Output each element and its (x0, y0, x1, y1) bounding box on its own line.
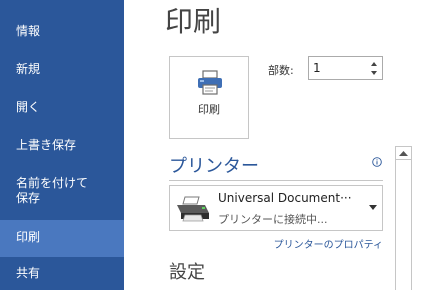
print-button-label: 印刷 (198, 103, 220, 116)
printer-select-dropdown[interactable]: Universal Document··· プリンターに接続中... (169, 185, 383, 231)
sidebar-item-open[interactable]: 開く (0, 100, 124, 117)
sidebar-item-print[interactable]: 印刷 (0, 220, 124, 257)
printer-section-heading: プリンター (169, 156, 259, 177)
chevron-down-icon (369, 205, 377, 210)
sidebar-item-label: 印刷 (16, 230, 41, 244)
printer-device-icon (177, 196, 209, 222)
sidebar-item-label-line1: 名前を付けて (16, 176, 89, 190)
sidebar-item-label: 上書き保存 (16, 138, 77, 152)
sidebar-item-save-as[interactable]: 名前を付けて 保存 (0, 176, 124, 208)
backstage-sidebar: 情報 新規 開く 上書き保存 名前を付けて 保存 印刷 共有 (0, 0, 124, 290)
sidebar-item-label: 開く (16, 100, 41, 114)
sidebar-item-label-line2: 保存 (16, 191, 41, 205)
scroll-up-arrow-icon (399, 151, 408, 156)
scroll-up-button[interactable] (396, 146, 411, 160)
copies-input[interactable] (313, 60, 363, 76)
sidebar-item-share[interactable]: 共有 (0, 266, 124, 283)
spin-down-icon[interactable] (369, 69, 379, 78)
sidebar-item-label: 共有 (16, 266, 41, 280)
settings-section-heading: 設定 (169, 262, 205, 283)
vertical-scrollbar[interactable] (395, 146, 412, 290)
print-button[interactable]: 印刷 (169, 56, 249, 139)
copies-stepper (308, 56, 383, 80)
sidebar-item-label: 新規 (16, 62, 41, 76)
copies-label: 部数: (268, 64, 294, 77)
printer-icon (198, 70, 222, 95)
scroll-track[interactable] (396, 160, 411, 290)
section-divider (169, 180, 383, 181)
printer-name: Universal Document··· (218, 191, 352, 205)
info-icon[interactable] (372, 157, 382, 167)
sidebar-item-save[interactable]: 上書き保存 (0, 138, 124, 155)
printer-properties-link[interactable]: プリンターのプロパティ (274, 236, 383, 251)
page-title: 印刷 (165, 5, 222, 38)
sidebar-item-new[interactable]: 新規 (0, 62, 124, 79)
sidebar-item-label: 情報 (16, 24, 41, 38)
spin-up-icon[interactable] (369, 59, 379, 68)
sidebar-item-info[interactable]: 情報 (0, 24, 124, 41)
printer-status: プリンターに接続中... (218, 213, 328, 226)
